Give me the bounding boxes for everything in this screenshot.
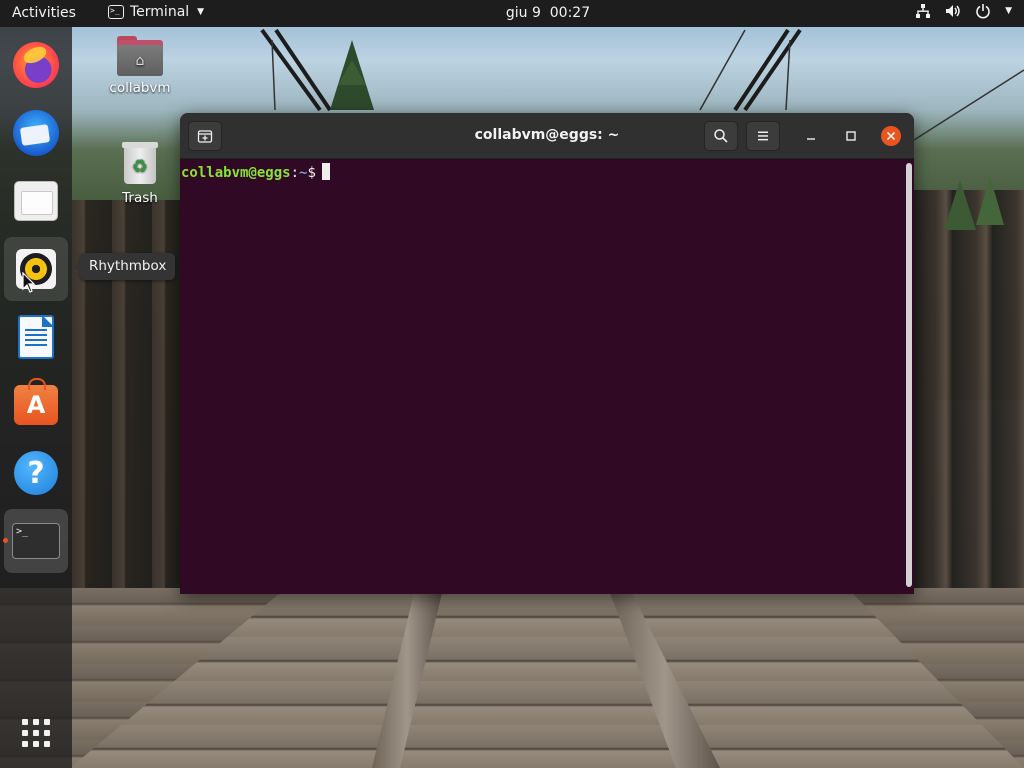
chevron-down-icon: ▼ [1005,6,1012,16]
desktop-icon-label: Trash [122,190,158,206]
volume-icon [945,3,961,19]
top-bar: Activities >_ Terminal ▼ giu 9 00:27 ▼ [0,0,1024,27]
minimize-button[interactable] [801,126,821,146]
terminal-icon: >_ [12,523,60,559]
terminal-headerbar[interactable]: collabvm@eggs: ~ [180,113,914,159]
system-status-menu[interactable]: ▼ [915,3,1012,19]
files-icon [14,181,58,221]
prompt-sign: $ [307,165,316,181]
chevron-down-icon: ▼ [197,7,205,17]
close-button[interactable] [881,126,901,146]
prompt-colon: : [290,165,300,181]
firefox-icon [13,42,59,88]
dock-item-terminal[interactable]: >_ [3,509,68,573]
maximize-icon [846,131,856,141]
app-menu-label: Terminal [130,4,190,20]
dock: A ? >_ [0,27,72,768]
dock-item-rhythmbox[interactable] [4,237,68,301]
trash-icon: ♻ [122,142,158,184]
mouse-pointer-icon [22,272,36,293]
prompt-user-host: collabvm@eggs [181,165,291,181]
minimize-icon [807,138,815,140]
dock-item-thunderbird[interactable] [4,101,68,165]
text-cursor [321,163,330,180]
dock-item-libreoffice-writer[interactable] [4,305,68,369]
dock-tooltip: Rhythmbox [73,253,176,280]
recycle-glyph: ♻ [124,148,156,184]
dock-item-files[interactable] [4,169,68,233]
app-grid-icon [20,717,52,749]
dock-item-help[interactable]: ? [4,441,68,505]
terminal-window[interactable]: collabvm@eggs: ~ collabvm@eggs:~$ [180,113,914,594]
terminal-scrollbar[interactable] [906,163,912,587]
home-glyph: ⌂ [117,45,163,76]
dock-item-ubuntu-software[interactable]: A [4,373,68,437]
desktop-icon-label: collabvm [109,80,171,96]
running-indicator [3,538,8,543]
search-button[interactable] [704,121,738,151]
menu-button[interactable] [746,121,780,151]
software-icon: A [14,378,58,425]
desktop-icon-home[interactable]: ⌂ collabvm [105,36,175,96]
power-icon [975,3,991,19]
clock-button[interactable]: giu 9 00:27 [506,5,590,21]
hamburger-menu-icon [758,131,768,141]
search-icon [714,129,728,143]
new-tab-icon [197,130,213,143]
terminal-output[interactable]: collabvm@eggs:~$ [180,159,914,594]
writer-icon [18,315,54,359]
home-folder-icon: ⌂ [117,36,163,76]
new-tab-button[interactable] [188,121,222,151]
close-icon [886,131,896,141]
terminal-app-icon: >_ [108,5,124,19]
desktop-icon-trash[interactable]: ♻ Trash [105,142,175,206]
activities-button[interactable]: Activities [12,5,76,21]
network-icon [915,3,931,19]
app-menu-button[interactable]: >_ Terminal ▼ [108,4,204,20]
help-icon: ? [14,451,58,495]
show-applications-button[interactable] [4,701,68,765]
thunderbird-icon [13,110,59,156]
maximize-button[interactable] [841,126,861,146]
dock-item-firefox[interactable] [4,33,68,97]
